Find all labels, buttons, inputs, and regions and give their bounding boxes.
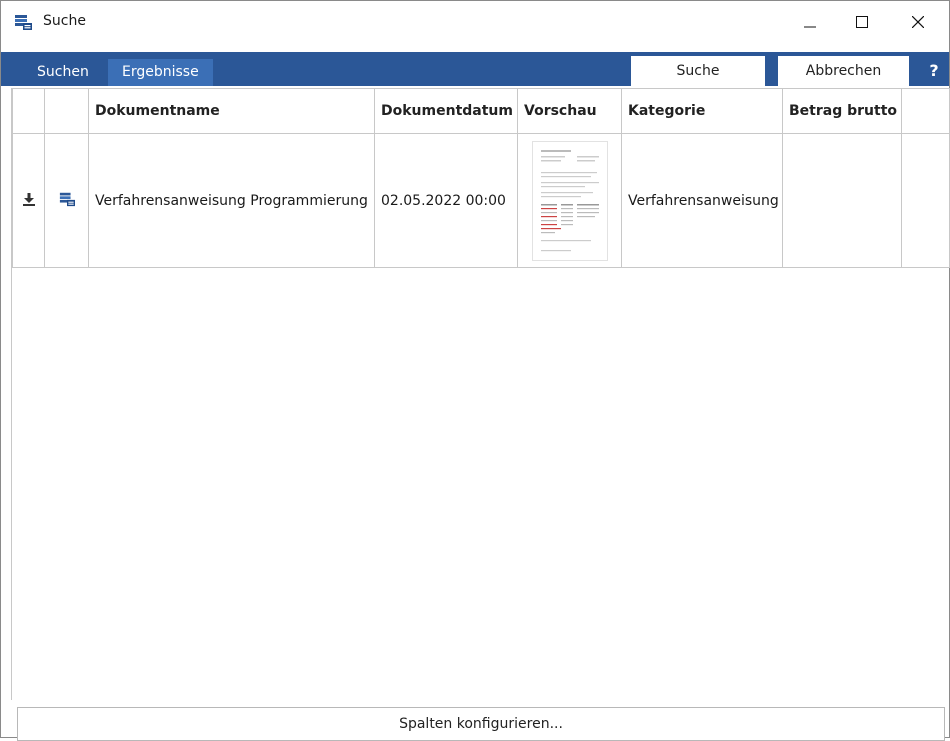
app-icon <box>13 13 33 31</box>
column-header-betrag-brutto[interactable]: Betrag brutto <box>782 88 902 134</box>
column-header-vorschau[interactable]: Vorschau <box>517 88 622 134</box>
column-header-download[interactable] <box>12 88 45 134</box>
minimize-icon <box>804 26 816 28</box>
close-icon <box>912 16 924 28</box>
cell-betrag-brutto <box>782 133 902 268</box>
column-header-icon[interactable] <box>44 88 89 134</box>
column-header-dokumentdatum[interactable]: Dokumentdatum <box>374 88 518 134</box>
download-cell[interactable] <box>12 133 45 268</box>
help-button[interactable]: ? <box>923 59 945 83</box>
title-bar: Suche <box>1 1 949 43</box>
results-grid: Dokumentname Dokumentdatum Vorschau Kate… <box>11 88 950 700</box>
cell-dokumentdatum: 02.05.2022 00:00 <box>374 133 518 268</box>
window-title: Suche <box>43 13 86 29</box>
table-header-row: Dokumentname Dokumentdatum Vorschau Kate… <box>12 88 950 134</box>
results-table: Dokumentname Dokumentdatum Vorschau Kate… <box>12 88 950 268</box>
column-header-kategorie[interactable]: Kategorie <box>621 88 783 134</box>
table-row[interactable]: Verfahrensanweisung Programmierung 02.05… <box>12 133 950 268</box>
doc-icon-cell[interactable] <box>44 133 89 268</box>
document-thumbnail[interactable] <box>531 140 608 261</box>
stacked-documents-icon[interactable] <box>58 191 76 207</box>
cell-dokumentname: Verfahrensanweisung Programmierung <box>88 133 375 268</box>
cell-vorschau[interactable] <box>517 133 622 268</box>
column-header-dokumentname[interactable]: Dokumentname <box>88 88 375 134</box>
tab-ergebnisse[interactable]: Ergebnisse <box>108 59 213 86</box>
tab-suchen[interactable]: Suchen <box>25 59 101 86</box>
cell-kategorie: Verfahrensanweisung <box>621 133 783 268</box>
maximize-button[interactable] <box>839 1 885 43</box>
configure-columns-button[interactable]: Spalten konfigurieren... <box>17 707 945 741</box>
maximize-icon <box>856 16 868 28</box>
search-window: Suche Suchen Ergebnisse Suche Abbrechen … <box>0 0 950 741</box>
search-button[interactable]: Suche <box>631 56 765 86</box>
minimize-button[interactable] <box>787 1 833 43</box>
cell-extra <box>901 133 950 268</box>
close-button[interactable] <box>895 1 941 43</box>
cancel-button[interactable]: Abbrechen <box>778 56 909 86</box>
download-icon[interactable] <box>22 192 36 206</box>
column-header-extra[interactable] <box>901 88 950 134</box>
